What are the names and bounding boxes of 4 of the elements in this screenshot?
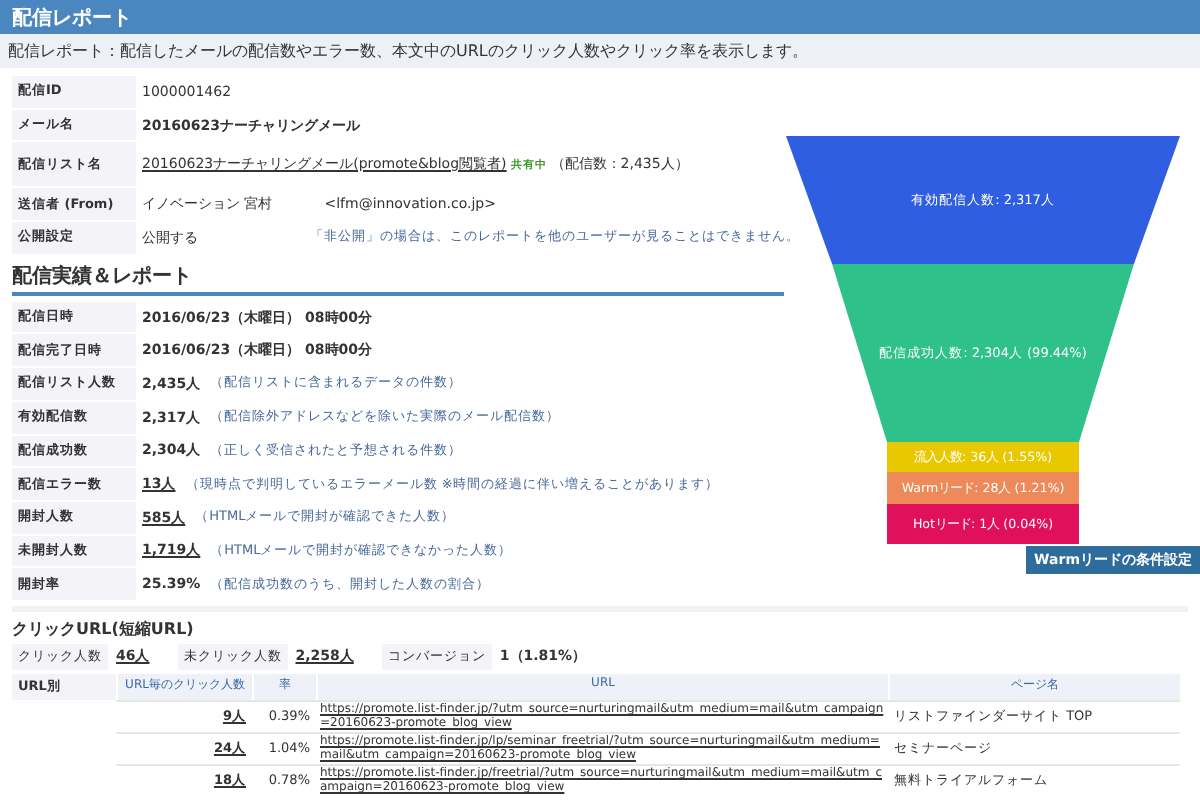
section-heading: 配信実績＆レポート (12, 255, 784, 296)
page-title: 配信レポート (0, 0, 1200, 34)
section-heading: クリックURL(短縮URL) (12, 617, 196, 640)
page-description: 配信レポート：配信したメールの配信数やエラー数、本文中のURLのクリック人数やクリック率を表示します。 (0, 34, 1200, 68)
